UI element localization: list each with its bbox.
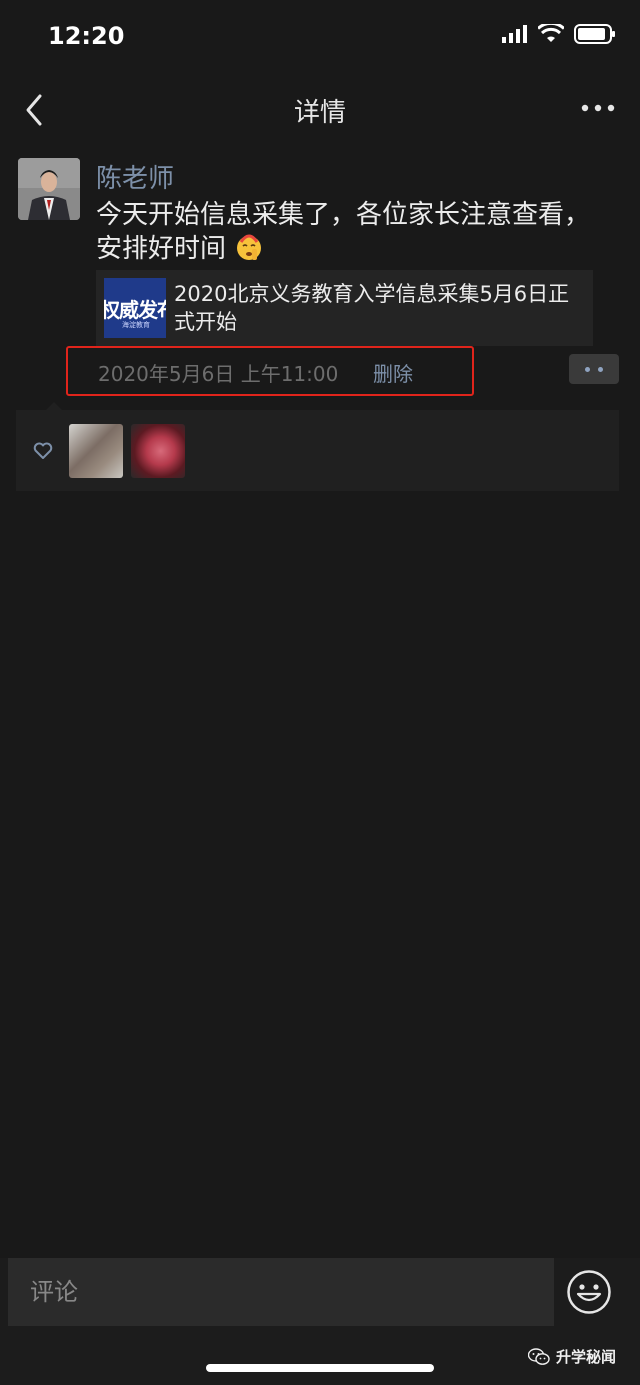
delete-button[interactable]: 删除 — [373, 358, 413, 387]
heart-icon — [33, 442, 53, 459]
wifi-icon — [538, 24, 564, 42]
likes-arrow — [46, 402, 62, 410]
status-icons — [502, 24, 616, 44]
status-time: 12:20 — [48, 22, 125, 50]
link-thumbnail: 权威发布 海淀教育 — [104, 278, 166, 338]
emoji-button[interactable] — [566, 1269, 612, 1315]
liker-avatar[interactable] — [69, 424, 123, 478]
post-text: 今天开始信息采集了，各位家长注意查看，安排好时间 — [96, 198, 606, 266]
cellular-signal-icon — [502, 25, 527, 43]
liker-avatar[interactable] — [131, 424, 185, 478]
comment-bar: 升学秘闻 — [0, 1258, 640, 1385]
comment-input[interactable] — [8, 1258, 554, 1326]
post-actions-button[interactable] — [569, 354, 619, 384]
more-options-button[interactable] — [580, 96, 616, 120]
likes-section — [16, 402, 619, 491]
link-title: 2020北京义务教育入学信息采集5月6日正式开始 — [174, 282, 570, 334]
highlight-box: 2020年5月6日 上午11:00 删除 — [66, 346, 474, 396]
author-name[interactable]: 陈老师 — [96, 158, 174, 195]
avatar[interactable] — [18, 158, 80, 220]
action-dot-icon — [598, 367, 603, 372]
person-photo-icon — [18, 158, 80, 220]
home-indicator[interactable] — [206, 1364, 434, 1372]
battery-icon — [574, 24, 615, 44]
smiley-icon — [567, 1270, 611, 1314]
wechat-logo-icon — [528, 1347, 550, 1365]
watermark: 升学秘闻 — [528, 1346, 616, 1367]
shared-link-card[interactable]: 权威发布 海淀教育 2020北京义务教育入学信息采集5月6日正式开始 — [96, 270, 593, 346]
status-bar: 12:20 — [0, 0, 640, 78]
page-title: 详情 — [293, 98, 346, 128]
nav-bar: 详情 — [0, 78, 640, 142]
link-thumbnail-subtext: 海淀教育 — [122, 321, 150, 329]
shushing-face-emoji-icon — [237, 234, 262, 260]
post-timestamp: 2020年5月6日 上午11:00 — [98, 362, 339, 386]
action-dot-icon — [585, 367, 590, 372]
link-thumbnail-text: 权威发布 — [104, 298, 166, 322]
watermark-text: 升学秘闻 — [556, 1348, 617, 1366]
post-text-content: 今天开始信息采集了，各位家长注意查看，安排好时间 — [96, 200, 591, 264]
more-horizontal-icon — [581, 104, 615, 112]
